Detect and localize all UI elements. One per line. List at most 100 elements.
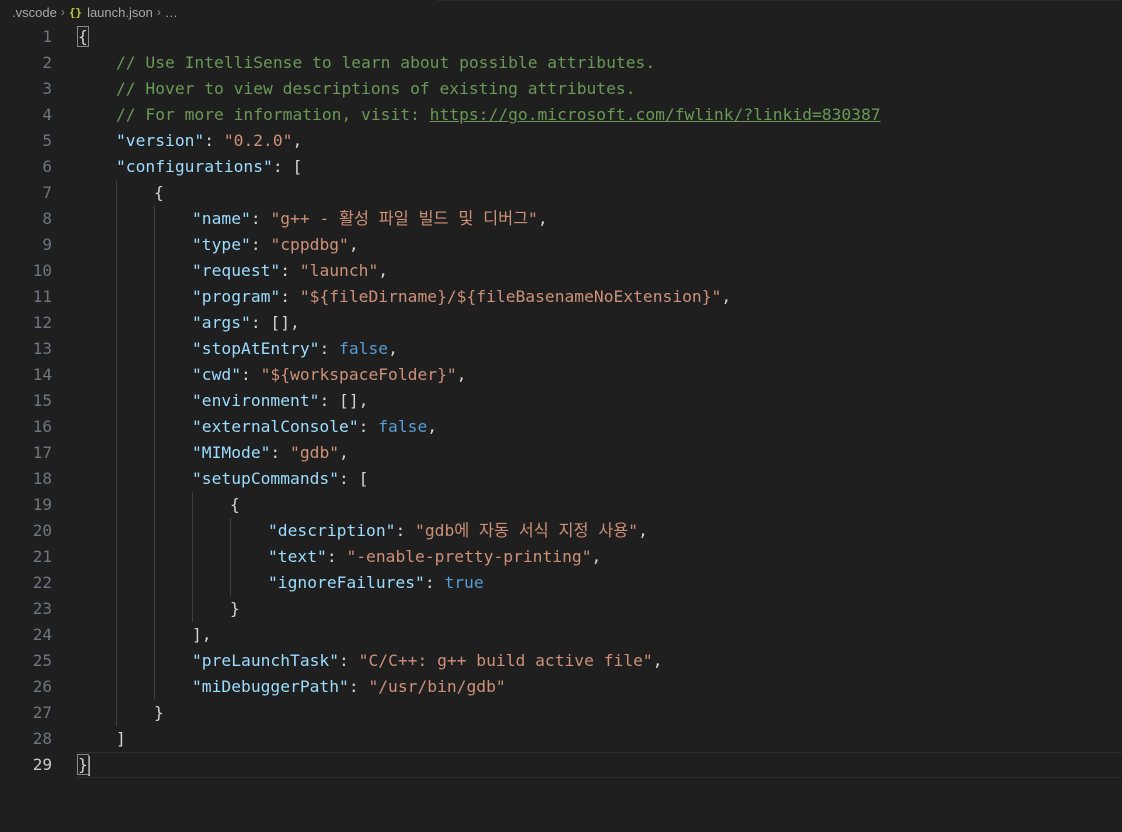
code-line-content: "type": "cppdbg", xyxy=(78,235,359,254)
line-number: 19 xyxy=(32,495,52,514)
json-key: "MIMode" xyxy=(192,443,271,462)
code-line[interactable]: // For more information, visit: https://… xyxy=(78,102,1122,128)
punctuation: ], xyxy=(192,625,212,644)
code-line-content: "setupCommands": [ xyxy=(78,469,368,488)
indent-guide xyxy=(116,336,117,362)
json-key: "name" xyxy=(192,209,251,228)
code-line[interactable]: "cwd": "${workspaceFolder}", xyxy=(78,362,1122,388)
json-string: "0.2.0" xyxy=(223,131,293,150)
code-line[interactable]: "setupCommands": [ xyxy=(78,466,1122,492)
punctuation: : xyxy=(280,261,300,280)
chevron-right-icon: › xyxy=(60,5,65,19)
line-number: 29 xyxy=(32,755,52,774)
code-line[interactable]: // Use IntelliSense to learn about possi… xyxy=(78,50,1122,76)
line-number: 17 xyxy=(32,443,52,462)
punctuation: , xyxy=(348,235,359,254)
code-line[interactable]: { xyxy=(78,492,1122,518)
indent-guide xyxy=(154,648,155,674)
matched-bracket: } xyxy=(77,754,89,775)
json-key: "program" xyxy=(192,287,281,306)
code-line[interactable]: ] xyxy=(78,726,1122,752)
code-line[interactable]: "args": [], xyxy=(78,310,1122,336)
indent-guide xyxy=(154,492,155,518)
punctuation: , xyxy=(339,443,349,462)
comment: // Use IntelliSense to learn about possi… xyxy=(116,53,656,72)
punctuation: , xyxy=(721,287,732,306)
breadcrumb-folder[interactable]: .vscode xyxy=(12,5,57,20)
code-line-content: "program": "${fileDirname}/${fileBasenam… xyxy=(78,287,731,306)
code-line[interactable]: "text": "-enable-pretty-printing", xyxy=(78,544,1122,570)
line-number: 27 xyxy=(32,703,52,722)
code-line-content: // For more information, visit: https://… xyxy=(78,105,881,124)
line-number: 23 xyxy=(32,599,52,618)
indent-guide xyxy=(154,388,155,414)
json-boolean: false xyxy=(339,339,389,358)
code-line[interactable]: "environment": [], xyxy=(78,388,1122,414)
punctuation: : xyxy=(204,131,224,150)
code-line[interactable]: "type": "cppdbg", xyxy=(78,232,1122,258)
json-key: "description" xyxy=(268,521,396,540)
indent-guide xyxy=(154,674,155,700)
indent-guide xyxy=(116,180,117,206)
code-line[interactable]: } xyxy=(78,596,1122,622)
breadcrumb-symbol[interactable]: … xyxy=(165,5,178,20)
indent-guide xyxy=(192,492,193,518)
line-number: 5 xyxy=(42,131,52,150)
code-area[interactable]: { // Use IntelliSense to learn about poss… xyxy=(76,24,1122,778)
code-line-content: "args": [], xyxy=(78,313,300,332)
matched-bracket: { xyxy=(77,26,89,47)
code-line[interactable]: ], xyxy=(78,622,1122,648)
line-number: 4 xyxy=(42,105,52,124)
code-line-content: "miDebuggerPath": "/usr/bin/gdb" xyxy=(78,677,506,696)
punctuation: , xyxy=(456,365,467,384)
punctuation: { xyxy=(154,183,164,202)
indent-guide xyxy=(116,258,117,284)
json-string: "C/C++: g++ build active file" xyxy=(358,651,653,670)
line-number: 26 xyxy=(32,677,52,696)
code-line[interactable]: "program": "${fileDirname}/${fileBasenam… xyxy=(78,284,1122,310)
code-line[interactable]: } xyxy=(76,752,1122,778)
code-line[interactable]: "miDebuggerPath": "/usr/bin/gdb" xyxy=(78,674,1122,700)
code-line-content: ] xyxy=(78,729,126,748)
punctuation: , xyxy=(591,547,602,566)
punctuation: } xyxy=(154,703,164,722)
line-number: 3 xyxy=(42,79,52,98)
indent-guide xyxy=(154,622,155,648)
code-line[interactable]: // Hover to view descriptions of existin… xyxy=(78,76,1122,102)
indent-guide xyxy=(116,544,117,570)
json-file-icon: {} xyxy=(68,5,83,19)
code-line[interactable]: "MIMode": "gdb", xyxy=(78,440,1122,466)
code-line-content: // Hover to view descriptions of existin… xyxy=(78,79,636,98)
code-line[interactable]: { xyxy=(77,24,1122,50)
code-line-content: { xyxy=(77,26,89,47)
line-number: 16 xyxy=(32,417,52,436)
indent-guide xyxy=(230,544,231,570)
code-editor[interactable]: 1 2 3 4 5 6 7 8 9 10 11 12 13 14 15 16 17 18 19 20 21 22 23 24 2… xyxy=(0,24,1122,832)
code-line[interactable]: { xyxy=(78,180,1122,206)
json-string: "${workspaceFolder}" xyxy=(260,365,457,384)
punctuation: , xyxy=(292,131,303,150)
punctuation: : [ xyxy=(272,157,303,176)
code-line[interactable]: "version": "0.2.0", xyxy=(78,128,1122,154)
code-line[interactable]: "preLaunchTask": "C/C++: g++ build activ… xyxy=(78,648,1122,674)
indent-guide xyxy=(116,674,117,700)
code-line[interactable]: "stopAtEntry": false, xyxy=(78,336,1122,362)
code-line[interactable]: "request": "launch", xyxy=(78,258,1122,284)
json-key: "version" xyxy=(116,131,205,150)
code-line[interactable]: "configurations": [ xyxy=(78,154,1122,180)
punctuation: : xyxy=(270,443,291,462)
comment: // Hover to view descriptions of existin… xyxy=(116,79,636,98)
comment-link[interactable]: https://go.microsoft.com/fwlink/?linkid=… xyxy=(430,105,881,124)
line-number: 13 xyxy=(32,339,52,358)
line-number: 6 xyxy=(42,157,52,176)
json-key: "ignoreFailures" xyxy=(268,573,425,592)
indent-guide xyxy=(192,570,193,596)
code-line[interactable]: "name": "g++ - 활성 파일 빌드 및 디버그", xyxy=(78,206,1122,232)
code-line[interactable]: "description": "gdb에 자동 서식 지정 사용", xyxy=(78,518,1122,544)
breadcrumb-file[interactable]: launch.json xyxy=(87,5,153,20)
code-line[interactable]: "externalConsole": false, xyxy=(78,414,1122,440)
code-line[interactable]: "ignoreFailures": true xyxy=(78,570,1122,596)
json-boolean: false xyxy=(378,417,428,436)
code-line[interactable]: } xyxy=(78,700,1122,726)
json-key: "preLaunchTask" xyxy=(192,651,340,670)
